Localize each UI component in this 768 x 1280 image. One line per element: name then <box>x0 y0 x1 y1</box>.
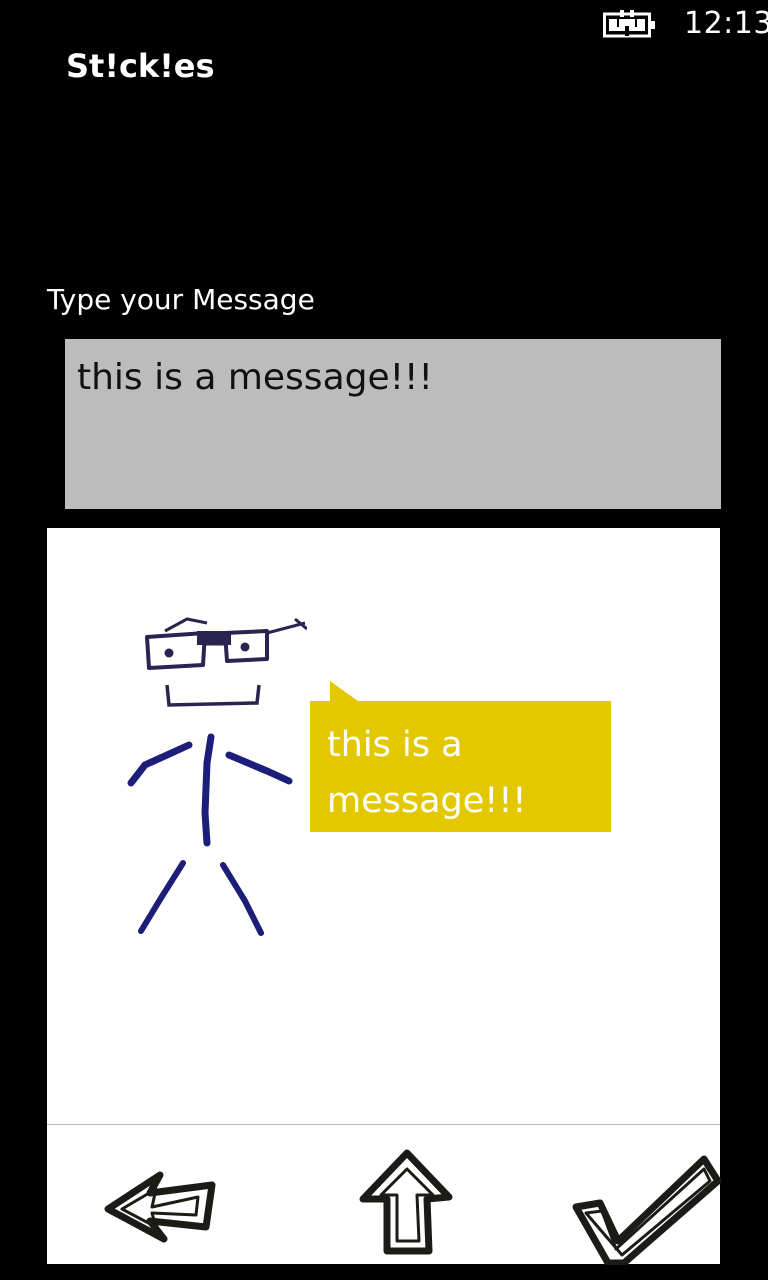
back-button[interactable] <box>102 1163 222 1243</box>
speech-bubble: this is a message!!! <box>310 681 611 832</box>
checkmark-icon <box>572 1155 722 1267</box>
message-label: Type your Message <box>47 283 315 316</box>
arrow-left-icon <box>104 1171 216 1243</box>
speech-bubble-tail <box>330 681 358 701</box>
bottom-toolbar <box>47 1124 722 1267</box>
clock: 12:13 <box>684 6 768 41</box>
upload-button[interactable] <box>357 1147 457 1257</box>
screen: 12:13 St!ck!es Type your Message this is… <box>0 0 768 1280</box>
sticker-canvas: this is a message!!! <box>47 528 720 1124</box>
accept-button[interactable] <box>572 1155 722 1267</box>
arrow-up-icon <box>359 1149 453 1255</box>
message-input[interactable]: this is a message!!! <box>65 339 721 509</box>
status-bar: 12:13 <box>0 0 768 50</box>
app-title: St!ck!es <box>66 47 215 85</box>
battery-charging-icon <box>603 10 655 38</box>
stick-figure-image <box>127 617 307 936</box>
speech-bubble-text: this is a message!!! <box>327 725 527 821</box>
